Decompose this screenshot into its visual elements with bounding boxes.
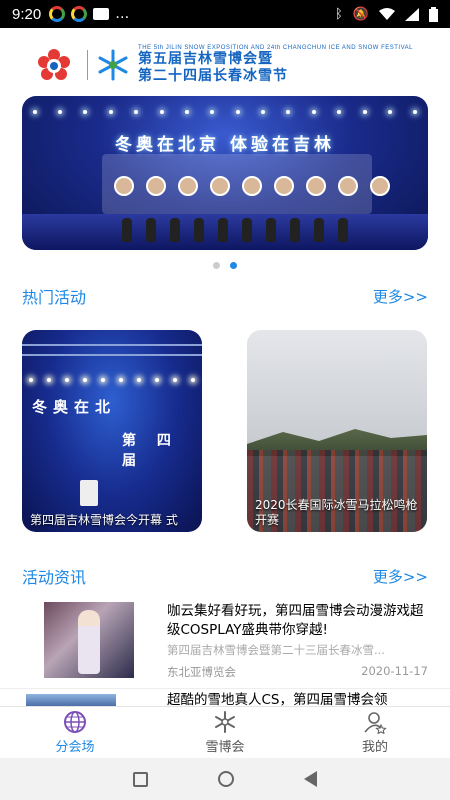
hot-activities-title: 热门活动 [22, 288, 87, 307]
hot-activity-card[interactable]: 冬奥在北 第 四 届 第四届吉林雪博会今开幕 式 [22, 330, 202, 532]
mail-icon [93, 8, 110, 20]
news-summary: 第四届吉林雪博会暨第二十三届长春冰雪... [167, 643, 385, 657]
bluetooth-icon: ᛒ [335, 6, 343, 22]
home-button[interactable] [218, 771, 234, 787]
snowflake-icon [213, 710, 237, 734]
news-item[interactable]: 咖云集好看好玩，第四届雪博会动漫游戏超级COSPLAY盛典带你穿越! 第四届吉林… [0, 600, 428, 682]
hot-activities-more-link[interactable]: 更多>> [373, 286, 428, 307]
status-time: 9:20 [12, 5, 42, 23]
tab-label: 我的 [361, 740, 388, 755]
hot-activity-card[interactable]: 2020长春国际冰雪马拉松鸣枪开赛 [247, 330, 427, 532]
app-notification-icon [71, 6, 88, 22]
news-headline: 咖云集好看好玩，第四届雪博会动漫游戏超级COSPLAY盛典带你穿越! [167, 603, 424, 638]
system-icons: ᛒ 🔕 [335, 6, 438, 22]
stage-truss [22, 344, 202, 356]
carousel-dot-active[interactable] [230, 262, 237, 269]
hot-activity-caption: 2020长春国际冰雪马拉松鸣枪开赛 [255, 498, 418, 527]
system-navigation-bar [0, 758, 450, 800]
news-header: 活动资讯 更多>> [22, 564, 428, 588]
news-headline[interactable]: 超酷的雪地真人CS，第四届雪博会领 [167, 692, 388, 706]
tab-snow-expo[interactable]: 雪博会 [150, 707, 300, 758]
cosplay-figure [78, 610, 100, 674]
banner-carousel[interactable]: 冬奥在北京 体验在吉林 [22, 96, 428, 250]
ice-festival-logo-icon [98, 49, 128, 81]
card-image-slogan: 冬奥在北 [32, 398, 117, 416]
news-date: 2020-11-17 [361, 664, 428, 678]
news-thumbnail[interactable] [26, 694, 116, 706]
header-title-line2: 第二十四届长春冰雪节 [138, 68, 289, 84]
news-thumbnail [44, 602, 134, 678]
carousel-dot[interactable] [213, 262, 220, 269]
carousel-indicator [0, 262, 450, 269]
wifi-icon [379, 8, 395, 20]
panel-guests [122, 218, 348, 242]
snow-expo-logo-icon [38, 49, 71, 80]
header-title-line1: 第五届吉林雪博会暨 [138, 51, 274, 67]
tab-label: 雪博会 [205, 740, 245, 755]
globe-icon [63, 710, 87, 734]
news-more-link[interactable]: 更多>> [373, 566, 428, 587]
logo-divider [87, 50, 89, 80]
event-logo-header: THE 5th JILIN SNOW EXPOSITION AND 24th C… [0, 40, 450, 90]
recent-apps-button[interactable] [133, 771, 148, 787]
notification-icons: … [49, 6, 130, 22]
news-source: 东北亚博览会 [167, 665, 236, 679]
stage-lights [22, 110, 428, 130]
card-image-screen-text: 第 四 届 [122, 433, 179, 469]
user-icon [363, 710, 387, 734]
banner-slogan: 冬奥在北京 体验在吉林 [115, 135, 335, 155]
tab-mine[interactable]: 我的 [300, 707, 450, 758]
speaker-portraits [114, 176, 390, 196]
news-title: 活动资讯 [22, 568, 87, 587]
mute-icon: 🔕 [352, 6, 369, 22]
signal-icon [405, 7, 419, 21]
more-notifications-indicator: … [115, 6, 131, 22]
back-button[interactable] [304, 771, 317, 787]
tab-label: 分会场 [55, 740, 95, 755]
news-divider [0, 688, 450, 689]
battery-icon [429, 6, 438, 22]
app-notification-icon [49, 6, 66, 22]
status-bar: 9:20 … ᛒ 🔕 [0, 0, 450, 28]
tab-venues[interactable]: 分会场 [0, 707, 150, 758]
hot-activity-caption: 第四届吉林雪博会今开幕 式 [30, 513, 178, 527]
stage-lights [22, 378, 202, 382]
hot-activities-header: 热门活动 更多>> [22, 284, 428, 308]
podium [80, 480, 98, 506]
bottom-tab-bar: 分会场 雪博会 我的 [0, 706, 450, 758]
